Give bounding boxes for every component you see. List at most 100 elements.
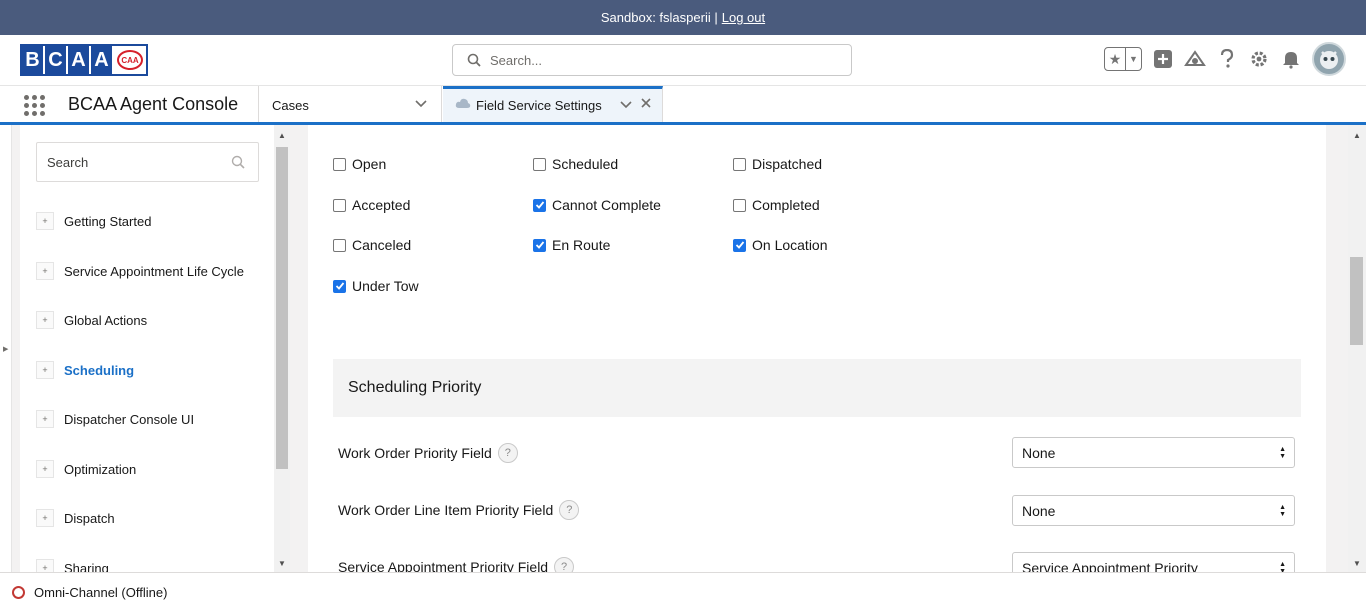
status-checkbox-open[interactable]: Open	[333, 156, 386, 172]
global-header: B C A A CAA Search... ★ ▼	[0, 35, 1366, 86]
logo-letter: A	[91, 46, 112, 74]
collapse-panel-toggle[interactable]: ▶	[0, 125, 12, 572]
scroll-up-icon[interactable]: ▲	[1353, 131, 1361, 140]
field-label: Work Order Line Item Priority Field	[338, 502, 554, 518]
sidebar-scrollbar[interactable]: ▲ ▼	[274, 125, 290, 572]
status-checkbox-on-location[interactable]: On Location	[733, 237, 828, 253]
caa-badge: CAA	[114, 46, 146, 74]
scrollbar-thumb[interactable]	[1350, 257, 1363, 345]
favorites-button-group[interactable]: ★ ▼	[1104, 47, 1142, 71]
help-icon[interactable]: ?	[559, 500, 580, 520]
expand-plus-icon[interactable]: +	[36, 361, 54, 379]
nav-item-cases[interactable]: Cases	[258, 86, 442, 122]
checkbox-label: En Route	[552, 237, 611, 253]
checkbox[interactable]	[533, 157, 546, 171]
sidebar-item-scheduling[interactable]: + Scheduling	[36, 361, 134, 379]
omni-channel-button[interactable]: Omni-Channel (Offline)	[34, 585, 167, 600]
app-launcher-icon[interactable]	[24, 95, 46, 117]
expand-plus-icon[interactable]: +	[36, 460, 54, 478]
scroll-down-icon[interactable]: ▼	[1353, 559, 1361, 568]
tab-label: Field Service Settings	[476, 98, 602, 113]
checkbox[interactable]	[333, 238, 346, 252]
bcaa-logo[interactable]: B C A A CAA	[20, 44, 148, 76]
status-checkbox-completed[interactable]: Completed	[733, 197, 820, 213]
chevron-right-icon: ▶	[3, 346, 9, 353]
checkbox-checked[interactable]	[533, 238, 546, 252]
section-header-scheduling-priority: Scheduling Priority	[333, 359, 1301, 417]
content-scrollbar[interactable]: ▲ ▼	[1348, 125, 1366, 572]
expand-plus-icon[interactable]: +	[36, 311, 54, 329]
sidebar-item-service-appointment-life-cycle[interactable]: + Service Appointment Life Cycle	[36, 262, 244, 280]
expand-plus-icon[interactable]: +	[36, 410, 54, 428]
favorites-dropdown-icon[interactable]: ▼	[1125, 48, 1141, 70]
service-appointment-priority-select[interactable]: Service Appointment Priority ▲ ▼	[1012, 552, 1295, 572]
sidebar-item-label: Global Actions	[64, 312, 148, 328]
favorites-star-icon[interactable]: ★	[1105, 48, 1125, 70]
select-arrows-icon: ▲ ▼	[1279, 504, 1286, 518]
sidebar-item-dispatch[interactable]: + Dispatch	[36, 509, 115, 527]
field-work-order-priority: Work Order Priority Field ?	[338, 443, 518, 463]
checkbox-checked[interactable]	[733, 238, 746, 252]
work-order-line-item-priority-select[interactable]: None ▲ ▼	[1012, 495, 1295, 526]
help-icon[interactable]: ?	[497, 443, 518, 463]
field-service-appointment-priority: Service Appointment Priority Field ?	[338, 557, 575, 572]
sidebar-item-label: Getting Started	[64, 213, 152, 229]
checkbox[interactable]	[733, 198, 746, 212]
search-icon	[467, 53, 481, 67]
nav-cases-label: Cases	[272, 98, 309, 113]
scroll-down-icon[interactable]: ▼	[278, 559, 286, 568]
expand-plus-icon[interactable]: +	[36, 262, 54, 280]
field-label: Work Order Priority Field	[338, 445, 492, 461]
status-checkbox-scheduled[interactable]: Scheduled	[533, 156, 618, 172]
sidebar-search-input[interactable]: Search	[36, 142, 259, 182]
scroll-up-icon[interactable]: ▲	[278, 131, 286, 140]
logout-link[interactable]: Log out	[722, 10, 765, 25]
notifications-bell-icon[interactable]	[1280, 48, 1302, 70]
scrollbar-thumb[interactable]	[276, 147, 288, 469]
work-order-priority-select[interactable]: None ▲ ▼	[1012, 437, 1295, 468]
help-icon[interactable]	[1216, 48, 1238, 70]
checkbox[interactable]	[733, 157, 746, 171]
add-icon[interactable]	[1152, 48, 1174, 70]
status-checkbox-dispatched[interactable]: Dispatched	[733, 156, 822, 172]
checkbox-label: Open	[352, 156, 387, 172]
chevron-down-icon[interactable]	[413, 95, 429, 111]
status-checkbox-accepted[interactable]: Accepted	[333, 197, 410, 213]
checkbox-checked[interactable]	[533, 198, 546, 212]
status-checkbox-canceled[interactable]: Canceled	[333, 237, 411, 253]
select-arrows-icon: ▲ ▼	[1279, 561, 1286, 572]
chevron-down-icon[interactable]	[618, 96, 634, 112]
expand-plus-icon[interactable]: +	[36, 212, 54, 230]
settings-content: Open Scheduled Dispatched Accepted Canno…	[308, 125, 1326, 572]
settings-sidebar: Search + Getting Started + Service Appoi…	[20, 125, 290, 577]
tab-field-service-settings[interactable]: Field Service Settings	[443, 86, 663, 122]
status-checkbox-under-tow[interactable]: Under Tow	[333, 278, 419, 294]
search-icon	[231, 155, 245, 169]
status-checkbox-cannot-complete[interactable]: Cannot Complete	[533, 197, 661, 213]
trailhead-icon[interactable]	[1184, 48, 1206, 70]
setup-gear-icon[interactable]	[1248, 48, 1270, 70]
offline-status-icon	[12, 586, 25, 599]
select-value: None	[1022, 502, 1056, 519]
field-label: Service Appointment Priority Field	[338, 559, 549, 572]
sandbox-banner: Sandbox: fslasperii | Log out	[0, 0, 1366, 35]
sidebar-item-optimization[interactable]: + Optimization	[36, 460, 136, 478]
status-checkbox-en-route[interactable]: En Route	[533, 237, 610, 253]
sidebar-item-dispatcher-console-ui[interactable]: + Dispatcher Console UI	[36, 410, 194, 428]
close-icon[interactable]	[639, 96, 653, 110]
logo-letter: B	[22, 46, 43, 74]
sidebar-search-placeholder: Search	[47, 154, 89, 170]
main-area: ▶ Search + Getting Started + Service App…	[0, 125, 1366, 577]
user-avatar[interactable]	[1312, 42, 1346, 76]
global-search-input[interactable]: Search...	[452, 44, 852, 76]
checkbox-label: Dispatched	[752, 156, 823, 172]
checkbox-label: Under Tow	[352, 278, 419, 294]
checkbox[interactable]	[333, 157, 346, 171]
help-icon[interactable]: ?	[554, 557, 575, 572]
checkbox[interactable]	[333, 198, 346, 212]
sidebar-item-getting-started[interactable]: + Getting Started	[36, 212, 151, 230]
expand-plus-icon[interactable]: +	[36, 509, 54, 527]
console-nav-bar: BCAA Agent Console Cases Field Service S…	[0, 86, 1366, 125]
checkbox-checked[interactable]	[333, 279, 346, 293]
sidebar-item-global-actions[interactable]: + Global Actions	[36, 311, 147, 329]
